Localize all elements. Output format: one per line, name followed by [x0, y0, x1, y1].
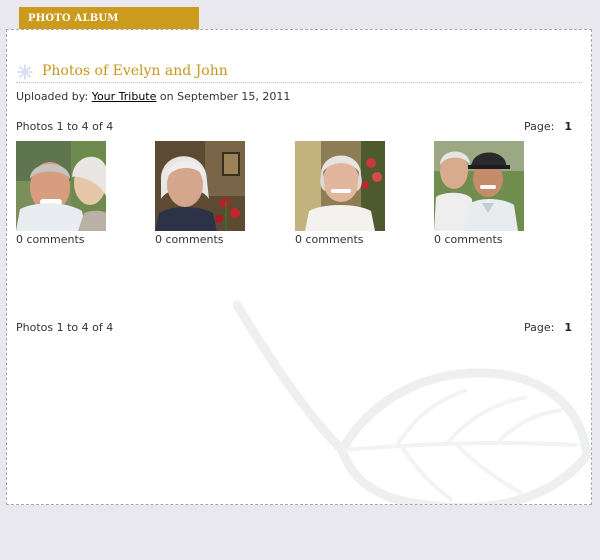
photo-comments-link[interactable]: 0 comments — [434, 233, 534, 246]
uploaded-by-label: Uploaded by: — [16, 90, 89, 103]
photo-album-tab-label: PHOTO ALBUM — [28, 13, 119, 24]
photo-item: 0 comments — [295, 141, 395, 246]
photo-count-bottom: Photos 1 to 4 of 4 — [16, 321, 114, 334]
photo-comments-link[interactable]: 0 comments — [155, 233, 255, 246]
photo-thumbnail-woman-flowers[interactable] — [295, 141, 385, 231]
photo-thumbnail-woman-indoors[interactable] — [155, 141, 245, 231]
upload-info: Uploaded by: Your Tribute on September 1… — [16, 90, 290, 103]
photo-item: 0 comments — [16, 141, 116, 246]
photo-comments-link[interactable]: 0 comments — [295, 233, 395, 246]
album-title: Photos of Evelyn and John — [42, 63, 228, 79]
upload-date: on September 15, 2011 — [159, 90, 291, 103]
photo-comments-link[interactable]: 0 comments — [16, 233, 116, 246]
photo-thumbnail-couple-hat[interactable] — [434, 141, 524, 231]
photo-item: 0 comments — [155, 141, 255, 246]
page-label: Page: — [524, 321, 555, 334]
snowflake-icon — [17, 64, 33, 80]
pager-top: Page: 1 — [524, 120, 572, 133]
photo-thumbnail-couple-outdoors[interactable] — [16, 141, 106, 231]
pager-bottom: Page: 1 — [524, 321, 572, 334]
photo-item: 0 comments — [434, 141, 534, 246]
photo-count-top: Photos 1 to 4 of 4 — [16, 120, 114, 133]
page-number-link[interactable]: 1 — [564, 321, 572, 334]
page-number-link[interactable]: 1 — [564, 120, 572, 133]
page-label: Page: — [524, 120, 555, 133]
uploader-link[interactable]: Your Tribute — [92, 90, 157, 103]
album-panel: Photos of Evelyn and John Uploaded by: Y… — [6, 29, 592, 505]
album-header: Photos of Evelyn and John — [16, 63, 582, 83]
